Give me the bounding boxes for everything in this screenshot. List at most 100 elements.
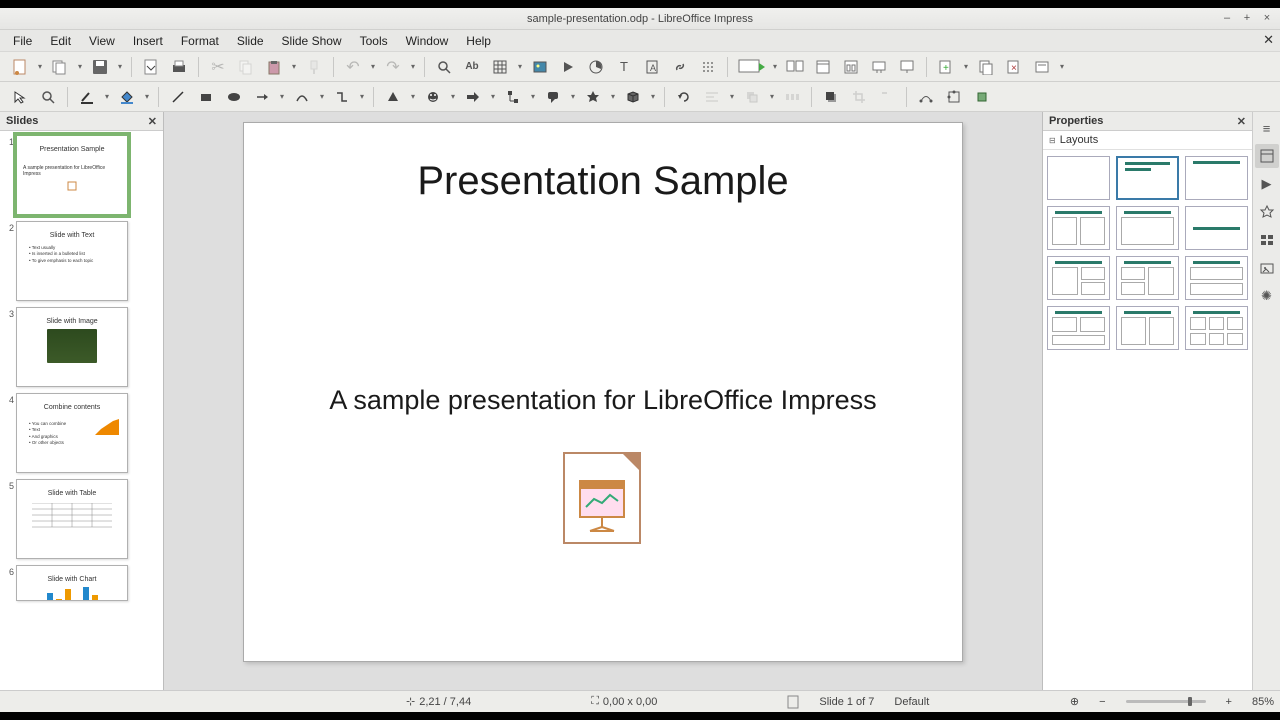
table-icon[interactable] (488, 55, 512, 79)
textbox-icon[interactable]: T (612, 55, 636, 79)
sidebar-master-icon[interactable] (1255, 228, 1279, 252)
current-slide[interactable]: Presentation Sample A sample presentatio… (243, 122, 963, 662)
new-slide-dropdown[interactable]: ▾ (962, 55, 970, 79)
menu-file[interactable]: File (4, 32, 41, 50)
paste-icon[interactable] (262, 55, 286, 79)
fill-color-icon[interactable] (115, 85, 139, 109)
layout-title-content[interactable] (1116, 156, 1179, 200)
maximize-icon[interactable]: + (1240, 11, 1254, 25)
stars-dropdown[interactable]: ▾ (609, 85, 617, 109)
zoom-knob[interactable] (1188, 697, 1192, 706)
menu-edit[interactable]: Edit (41, 32, 80, 50)
sidebar-gallery-icon[interactable] (1255, 256, 1279, 280)
display-views-icon[interactable] (867, 55, 891, 79)
connector-icon[interactable] (330, 85, 354, 109)
slide-thumb-3[interactable]: Slide with Image (16, 307, 128, 387)
rectangle-icon[interactable] (194, 85, 218, 109)
fill-color-dropdown[interactable]: ▾ (143, 85, 151, 109)
templates-icon[interactable] (48, 55, 72, 79)
arrow-dropdown[interactable]: ▾ (278, 85, 286, 109)
sidebar-settings-icon[interactable]: ≡ (1255, 116, 1279, 140)
menu-tools[interactable]: Tools (351, 32, 397, 50)
layout-title-only[interactable] (1185, 156, 1248, 200)
spellcheck-icon[interactable]: Ab (460, 55, 484, 79)
print-icon[interactable] (167, 55, 191, 79)
sidebar-properties-icon[interactable] (1255, 144, 1279, 168)
block-arrows-icon[interactable] (461, 85, 485, 109)
layout-three[interactable] (1047, 306, 1110, 350)
connector-dropdown[interactable]: ▾ (358, 85, 366, 109)
flowchart-icon[interactable] (501, 85, 525, 109)
zoom-value[interactable]: 85% (1252, 696, 1274, 708)
shadow-icon[interactable] (819, 85, 843, 109)
layout-title-content2[interactable] (1116, 206, 1179, 250)
sidebar-transitions-icon[interactable]: ▶ (1255, 172, 1279, 196)
menu-window[interactable]: Window (397, 32, 458, 50)
hyperlink-icon[interactable] (668, 55, 692, 79)
menu-view[interactable]: View (80, 32, 124, 50)
slide-title-text[interactable]: Presentation Sample (244, 159, 962, 204)
zoom-out-icon[interactable]: − (1099, 696, 1105, 708)
3d-dropdown[interactable]: ▾ (649, 85, 657, 109)
find-replace-icon[interactable] (432, 55, 456, 79)
sidebar-animation-icon[interactable] (1255, 200, 1279, 224)
media-icon[interactable] (556, 55, 580, 79)
grid-icon[interactable] (696, 55, 720, 79)
menu-help[interactable]: Help (457, 32, 500, 50)
slide-thumb-2[interactable]: Slide with Text • Text usually • Is inse… (16, 221, 128, 301)
stars-icon[interactable] (581, 85, 605, 109)
templates-dropdown[interactable]: ▾ (76, 55, 84, 79)
zoom-slider[interactable] (1126, 700, 1206, 703)
sidebar-navigator-icon[interactable]: ✺ (1255, 284, 1279, 308)
glue-points-icon[interactable] (942, 85, 966, 109)
layout-two-box-a[interactable] (1047, 256, 1110, 300)
duplicate-slide-icon[interactable] (974, 55, 998, 79)
callout-dropdown[interactable]: ▾ (569, 85, 577, 109)
close-document-icon[interactable]: ✕ (1263, 32, 1274, 48)
slide-impress-icon[interactable] (562, 451, 644, 547)
line-color-dropdown[interactable]: ▾ (103, 85, 111, 109)
rotate-icon[interactable] (672, 85, 696, 109)
table-dropdown[interactable]: ▾ (516, 55, 524, 79)
layout-two-content[interactable] (1047, 206, 1110, 250)
textbox-vertical-icon[interactable]: A (640, 55, 664, 79)
close-slides-panel-icon[interactable]: ✕ (148, 115, 157, 128)
basic-shapes-dropdown[interactable]: ▾ (409, 85, 417, 109)
export-pdf-icon[interactable] (139, 55, 163, 79)
slide-subtitle-text[interactable]: A sample presentation for LibreOffice Im… (244, 385, 962, 416)
image-icon[interactable] (528, 55, 552, 79)
slide-props-dropdown[interactable]: ▾ (1058, 55, 1066, 79)
curve-icon[interactable] (290, 85, 314, 109)
save-icon[interactable] (88, 55, 112, 79)
layout-four[interactable] (1116, 306, 1179, 350)
canvas-area[interactable]: Presentation Sample A sample presentatio… (164, 112, 1042, 690)
slide-thumbnails[interactable]: 1 Presentation Sample A sample presentat… (0, 131, 163, 690)
chart-icon[interactable] (584, 55, 608, 79)
slide-layout-icon[interactable] (839, 55, 863, 79)
line-color-icon[interactable] (75, 85, 99, 109)
new-slide-icon[interactable]: + (934, 55, 958, 79)
block-arrows-dropdown[interactable]: ▾ (489, 85, 497, 109)
arrow-tool-icon[interactable] (250, 85, 274, 109)
extrusion-icon[interactable] (970, 85, 994, 109)
3d-icon[interactable] (621, 85, 645, 109)
line-tool-icon[interactable] (166, 85, 190, 109)
minimize-icon[interactable]: – (1220, 11, 1234, 25)
menu-format[interactable]: Format (172, 32, 228, 50)
master-slide-icon[interactable] (811, 55, 835, 79)
pointer-icon[interactable] (8, 85, 32, 109)
zoom-in-icon[interactable]: + (1226, 696, 1232, 708)
slide-thumb-1[interactable]: Presentation Sample A sample presentatio… (16, 135, 128, 215)
menu-insert[interactable]: Insert (124, 32, 172, 50)
layouts-section-header[interactable]: ⊟ Layouts (1043, 131, 1252, 150)
close-window-icon[interactable]: × (1260, 11, 1274, 25)
display-views2-icon[interactable] (895, 55, 919, 79)
delete-slide-icon[interactable]: × (1002, 55, 1026, 79)
layout-six[interactable] (1185, 306, 1248, 350)
zoom-pan-icon[interactable] (36, 85, 60, 109)
slideshow-dropdown[interactable]: ▾ (771, 55, 779, 79)
layout-centered[interactable] (1185, 206, 1248, 250)
slide-thumb-4[interactable]: Combine contents • You can combine • Tex… (16, 393, 128, 473)
close-properties-icon[interactable]: ✕ (1237, 115, 1246, 128)
slide-thumb-5[interactable]: Slide with Table (16, 479, 128, 559)
